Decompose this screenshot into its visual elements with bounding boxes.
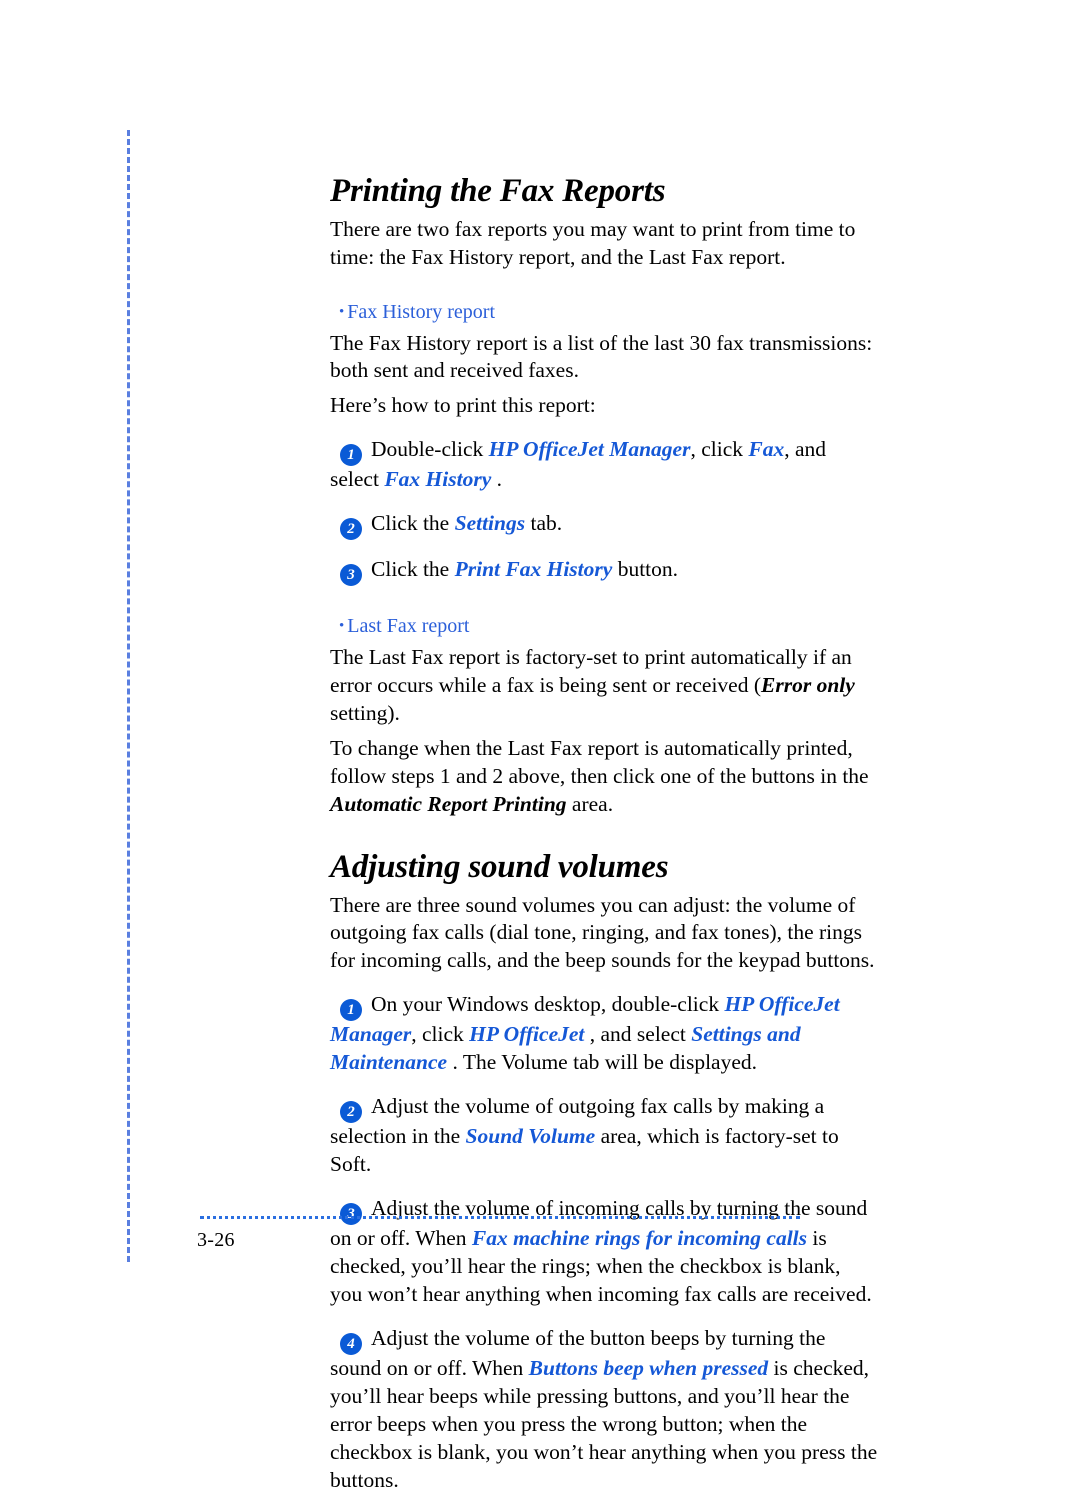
page-title: Printing the Fax Reports: [330, 173, 666, 209]
ui-label: HP OfficeJet: [469, 1022, 585, 1047]
emphasis-label: Automatic Report Printing: [330, 791, 567, 816]
step-item: 2 Click the Settings tab.: [330, 510, 878, 541]
ui-label: HP OfficeJet Manager: [488, 437, 691, 462]
text-column: Printing the Fax Reports There are two f…: [330, 0, 878, 1495]
paragraph-text: area.: [566, 791, 614, 816]
step-text: , click: [690, 437, 749, 462]
bullet-heading-label: Last Fax report: [347, 615, 470, 638]
step-number-badge: 1: [340, 444, 362, 467]
document-page: Printing the Fax Reports There are two f…: [0, 0, 1080, 1492]
footer-dotted-rule: [200, 1216, 800, 1219]
ui-label: Fax History: [384, 467, 492, 492]
step-text: Click the: [371, 511, 455, 536]
step-text: .: [491, 467, 502, 492]
step-text: tab.: [525, 511, 563, 536]
ui-label: Print Fax History: [454, 557, 613, 582]
fax-history-description: The Fax History report is a list of the …: [330, 330, 873, 383]
emphasis-label: Error only: [761, 673, 855, 698]
bullet-heading-label: Fax History report: [347, 300, 496, 323]
paragraph-text: setting).: [330, 701, 400, 726]
step-number-badge: 1: [340, 999, 362, 1022]
step-item: 3 Click the Print Fax History button.: [330, 556, 878, 587]
step-item: 2 Adjust the volume of outgoing fax calls…: [330, 1093, 878, 1179]
last-fax-change-instructions: To change when the Last Fax report is au…: [330, 735, 878, 819]
section-two-intro: There are three sound volumes you can ad…: [330, 892, 875, 973]
step-text: button.: [612, 557, 679, 582]
step-item: 3 Adjust the volume of incoming calls by …: [330, 1195, 878, 1309]
bullet-dot-icon: •: [339, 618, 345, 635]
step-text: . The Volume tab will be displayed.: [447, 1050, 758, 1075]
fax-history-lead-in: Here’s how to print this report:: [330, 393, 596, 418]
step-item: 1 Double-click HP OfficeJet Manager, clic…: [330, 436, 878, 494]
ui-label: Sound Volume: [465, 1124, 596, 1149]
step-number-badge: 4: [340, 1332, 362, 1355]
left-margin-dashed-rule: [127, 130, 130, 1262]
step-number-badge: 3: [340, 1203, 362, 1226]
page-number: 3-26: [197, 1229, 235, 1251]
ui-label: Settings: [454, 511, 526, 536]
bullet-heading-fax-history: • Fax History report: [339, 300, 878, 324]
step-number-badge: 2: [340, 518, 362, 541]
step-text: On your Windows desktop, double-click: [371, 992, 725, 1017]
step-item: 1 On your Windows desktop, double-click H…: [330, 991, 878, 1077]
ui-label: Buttons beep when pressed: [528, 1355, 769, 1380]
ui-label: Fax: [748, 437, 785, 462]
step-item: 4 Adjust the volume of the button beeps b…: [330, 1325, 878, 1495]
paragraph-text: To change when the Last Fax report is au…: [330, 736, 869, 789]
step-text: Double-click: [371, 437, 489, 462]
section-two-title: Adjusting sound volumes: [330, 848, 669, 885]
bullet-heading-last-fax: • Last Fax report: [339, 614, 878, 638]
step-number-badge: 2: [340, 1101, 362, 1124]
step-text: Click the: [371, 557, 455, 582]
step-text: , and select: [584, 1022, 692, 1047]
section-one-intro: There are two fax reports you may want t…: [330, 216, 856, 269]
ui-label: Fax machine rings for incoming calls: [471, 1226, 808, 1251]
step-number-badge: 3: [340, 564, 362, 587]
last-fax-description: The Last Fax report is factory-set to pr…: [330, 644, 878, 728]
bullet-dot-icon: •: [339, 303, 345, 320]
step-text: , click: [411, 1022, 470, 1047]
